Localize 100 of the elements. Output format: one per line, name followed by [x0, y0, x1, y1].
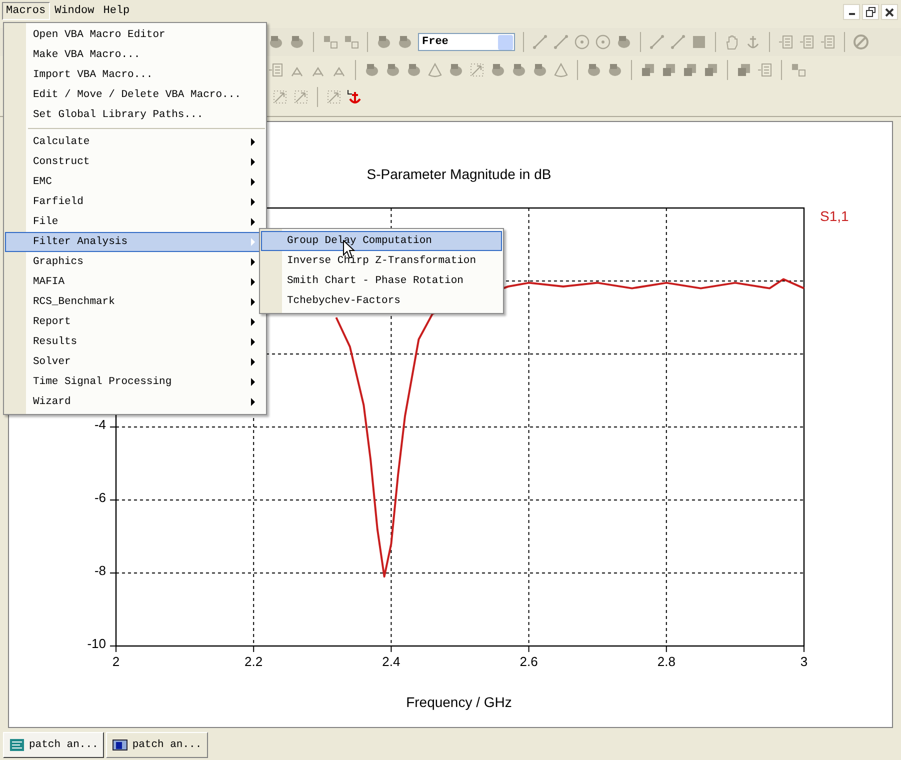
menu-item[interactable]: Results [5, 332, 265, 352]
submenu-arrow-icon [251, 278, 256, 286]
menu-bar-item[interactable]: Macros [2, 2, 50, 20]
document-icon[interactable] [268, 62, 284, 78]
menu-item-label: Solver [33, 356, 71, 368]
menu-item[interactable]: Smith Chart - Phase Rotation [261, 271, 502, 291]
y-axis-tick-label: -10 [87, 636, 106, 651]
cone-icon[interactable] [553, 62, 569, 78]
menu-item[interactable]: Calculate [5, 132, 265, 152]
menu-item[interactable]: Tchebychev-Factors [261, 291, 502, 311]
menu-item[interactable]: Construct [5, 152, 265, 172]
menu-item-label: Results [33, 336, 78, 348]
menu-item[interactable]: Farfield [5, 192, 265, 212]
document-icon[interactable] [820, 34, 836, 50]
shape-icon[interactable] [607, 62, 623, 78]
window-tab[interactable]: patch an... [3, 732, 104, 758]
shape-icon[interactable] [490, 62, 506, 78]
close-button[interactable] [881, 4, 898, 20]
line-icon[interactable] [553, 34, 569, 50]
menu-item[interactable]: Edit / Move / Delete VBA Macro... [5, 85, 265, 105]
minimize-button[interactable] [843, 4, 860, 20]
circle-icon[interactable] [574, 34, 590, 50]
line-icon[interactable] [649, 34, 665, 50]
line-icon[interactable] [670, 34, 686, 50]
restore-icon [866, 7, 876, 17]
menu-item[interactable]: Report [5, 312, 265, 332]
arrow-icon[interactable] [293, 89, 309, 105]
anchor-icon[interactable] [347, 89, 363, 105]
submenu-arrow-icon [251, 138, 256, 146]
menu-item-label: File [33, 216, 58, 228]
menu-item-label: Set Global Library Paths... [33, 109, 204, 121]
menu-item[interactable]: Open VBA Macro Editor [5, 25, 265, 45]
menu-item-label: Wizard [33, 396, 71, 408]
submenu-arrow-icon [251, 198, 256, 206]
shape-icon[interactable] [586, 62, 602, 78]
menu-item[interactable]: File [5, 212, 265, 232]
menu-item[interactable]: Import VBA Macro... [5, 65, 265, 85]
shape-icon[interactable] [406, 62, 422, 78]
no-entry-icon[interactable] [853, 34, 869, 50]
shape-dropdown[interactable]: Free [418, 33, 515, 51]
menu-item[interactable]: Set Global Library Paths... [5, 105, 265, 125]
submenu-arrow-icon [251, 238, 256, 246]
shape-icon[interactable] [616, 34, 632, 50]
menu-item[interactable]: Time Signal Processing [5, 372, 265, 392]
square-icon[interactable] [691, 34, 707, 50]
shape-icon[interactable] [448, 62, 464, 78]
legend-label: S1,1 [820, 208, 849, 224]
x-axis-tick-label: 3 [800, 654, 808, 669]
menu-item-label: Graphics [33, 256, 84, 268]
window-icon [112, 738, 128, 752]
shape-icon[interactable] [532, 62, 548, 78]
submenu-arrow-icon [251, 298, 256, 306]
submenu-arrow-icon [251, 178, 256, 186]
document-icon[interactable] [778, 34, 794, 50]
shape-icon[interactable] [376, 34, 392, 50]
shape-icon[interactable] [511, 62, 527, 78]
overlapping-squares-icon[interactable] [682, 62, 698, 78]
shape-icon[interactable] [385, 62, 401, 78]
menu-item-label: Smith Chart - Phase Rotation [287, 275, 464, 287]
menu-item-label: RCS_Benchmark [33, 296, 115, 308]
shape-icon[interactable] [289, 34, 305, 50]
y-axis-tick-label: -8 [94, 563, 106, 578]
submenu-arrow-icon [251, 398, 256, 406]
menu-item-label: Time Signal Processing [33, 376, 172, 388]
overlapping-squares-icon[interactable] [736, 62, 752, 78]
shape-icon[interactable] [397, 34, 413, 50]
overlapping-squares-icon[interactable] [703, 62, 719, 78]
shape-icon[interactable] [364, 62, 380, 78]
submenu-arrow-icon [251, 158, 256, 166]
arrow-icon[interactable] [469, 62, 485, 78]
menu-item[interactable]: Solver [5, 352, 265, 372]
overlapping-squares-icon[interactable] [661, 62, 677, 78]
menu-item[interactable]: Make VBA Macro... [5, 45, 265, 65]
window-tab[interactable]: patch an... [106, 732, 208, 758]
menu-item[interactable]: EMC [5, 172, 265, 192]
arrow-icon[interactable] [326, 89, 342, 105]
cone-icon[interactable] [427, 62, 443, 78]
menu-item[interactable]: Group Delay Computation [261, 231, 502, 251]
circle-icon[interactable] [595, 34, 611, 50]
menu-item-label: Group Delay Computation [287, 235, 432, 247]
menu-item-label: Make VBA Macro... [33, 49, 140, 61]
document-icon[interactable] [757, 62, 773, 78]
chart-document-icon [9, 738, 25, 752]
restore-button[interactable] [862, 4, 879, 20]
menu-item[interactable]: Wizard [5, 392, 265, 412]
menu-bar-item[interactable]: Window [50, 2, 98, 20]
document-icon[interactable] [799, 34, 815, 50]
arrow-icon[interactable] [272, 89, 288, 105]
y-axis-tick-label: -4 [94, 417, 106, 432]
menu-item-label: Construct [33, 156, 90, 168]
hand-icon[interactable] [724, 34, 740, 50]
shape-icon[interactable] [268, 34, 284, 50]
x-axis-tick-label: 2 [112, 654, 120, 669]
overlapping-squares-icon[interactable] [640, 62, 656, 78]
chart-title: S-Parameter Magnitude in dB [366, 166, 552, 182]
menu-item-label: Import VBA Macro... [33, 69, 153, 81]
menu-item-label: Open VBA Macro Editor [33, 29, 166, 41]
line-icon[interactable] [532, 34, 548, 50]
menu-item[interactable]: Inverse Chirp Z-Transformation [261, 251, 502, 271]
menu-bar-item[interactable]: Help [99, 2, 134, 20]
